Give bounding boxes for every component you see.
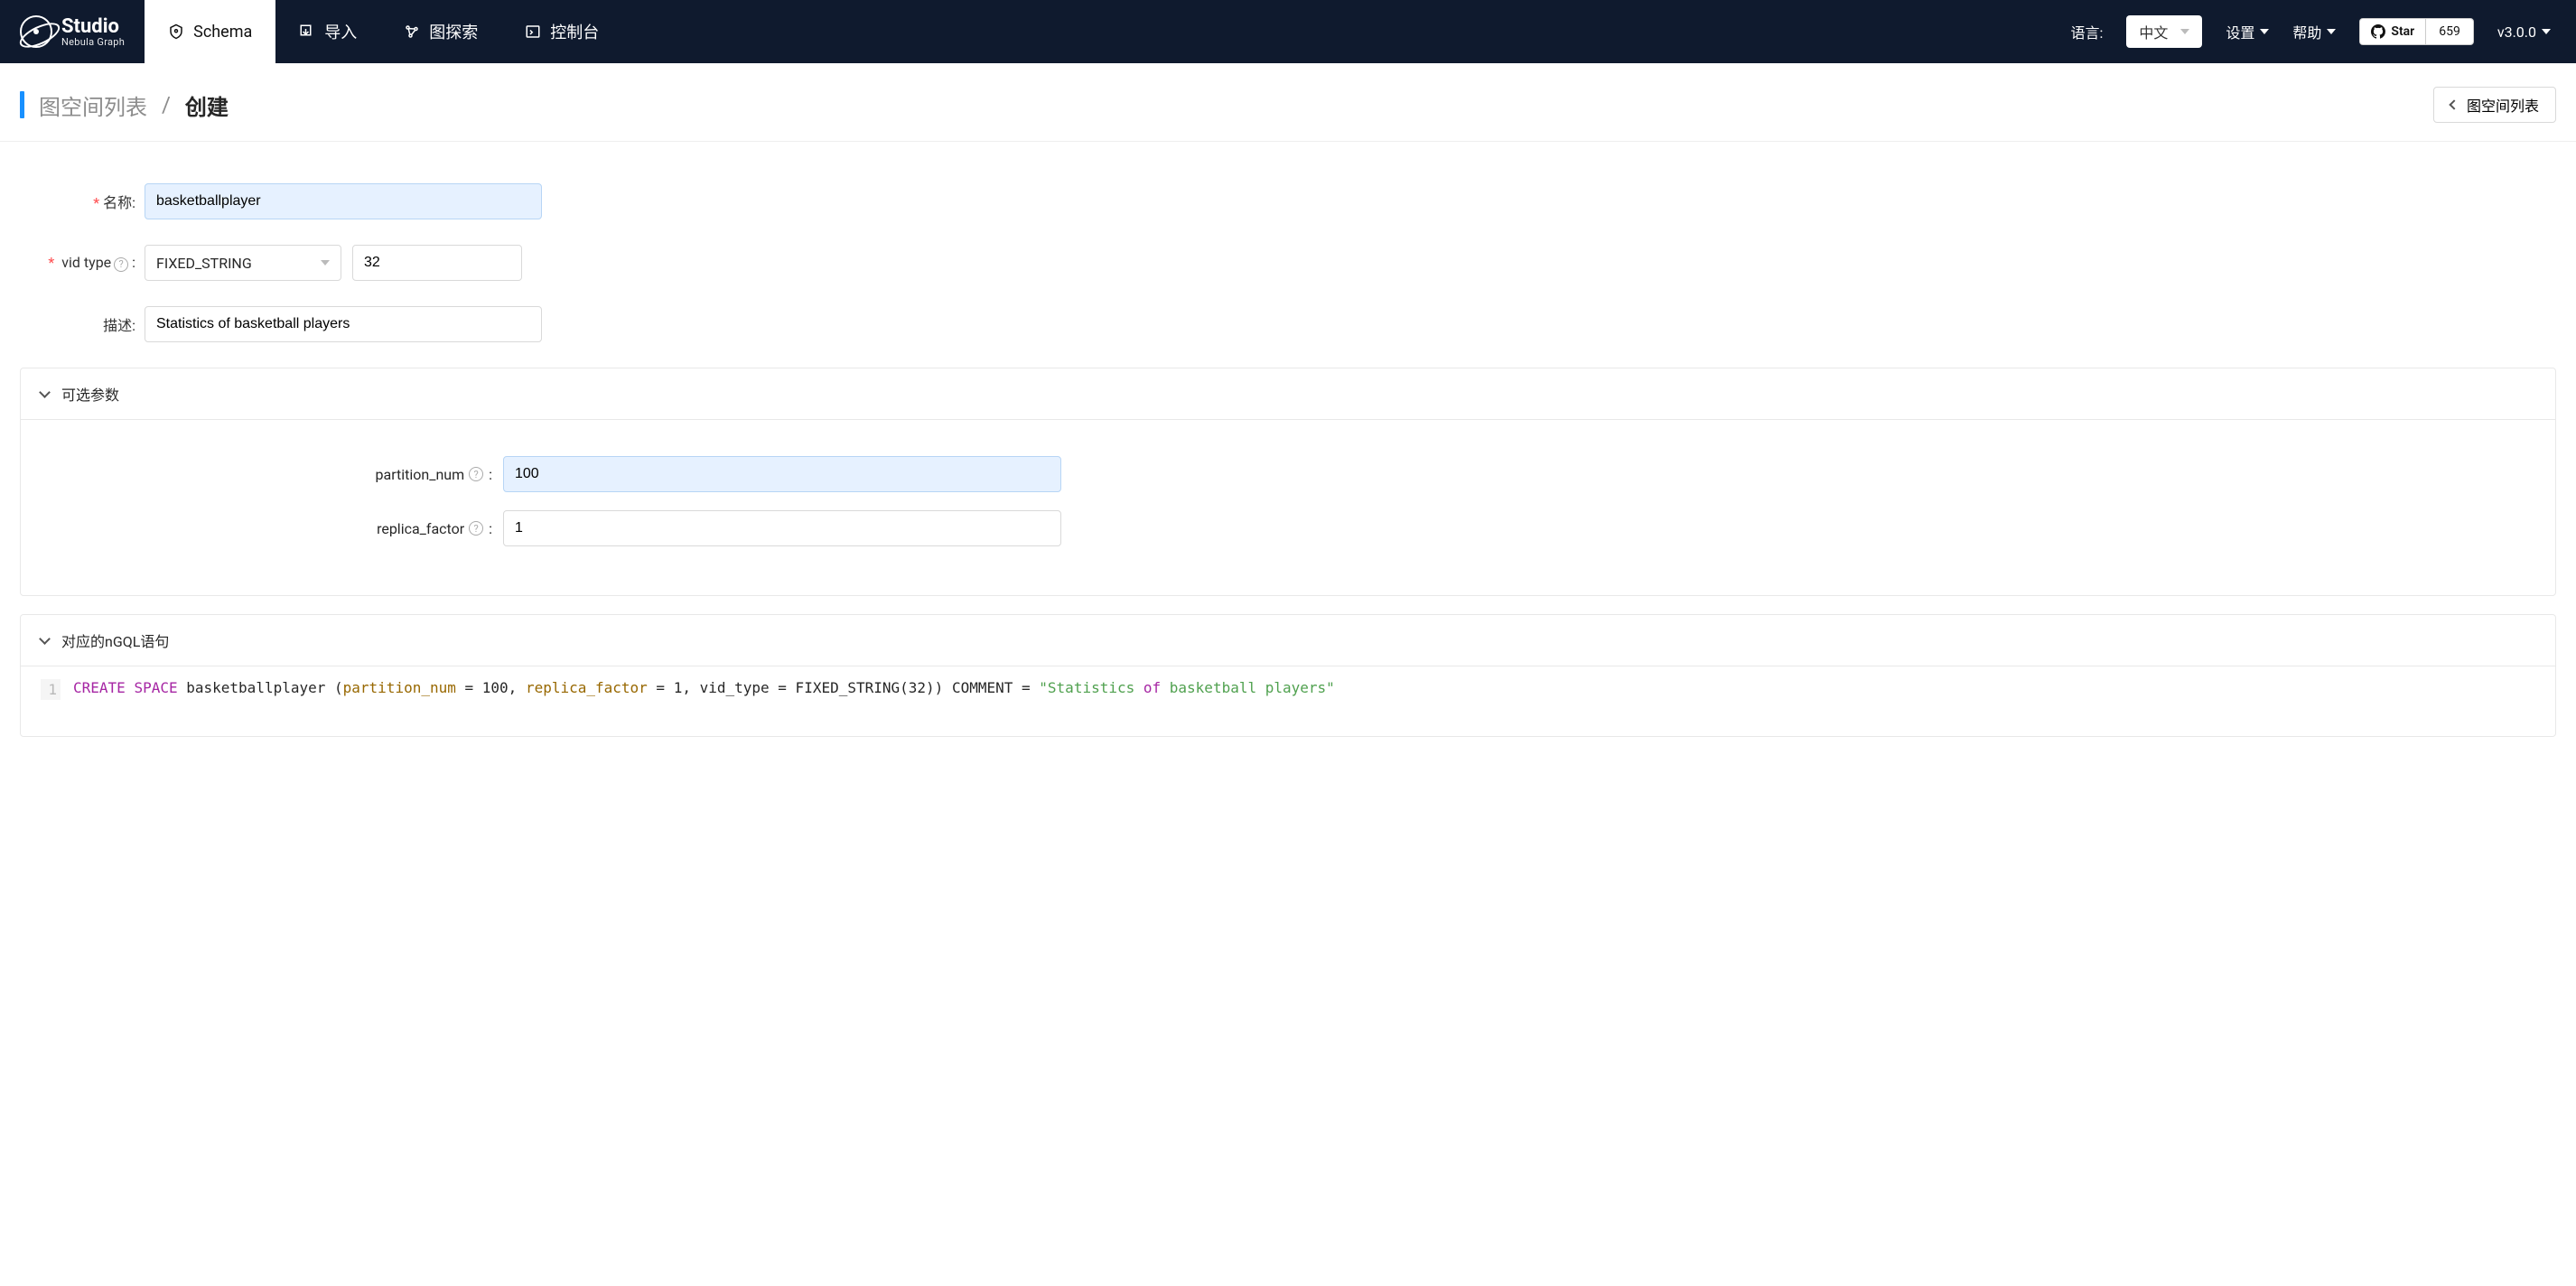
- nav-tabs: Schema 导入 图探索 控制台: [145, 0, 622, 63]
- tok: "Statistics: [1039, 679, 1143, 696]
- breadcrumb-current: 创建: [185, 89, 229, 121]
- replica-factor-label: replica_factor? :: [42, 520, 503, 537]
- chevron-left-icon: [2449, 99, 2459, 109]
- tab-label: 导入: [324, 20, 357, 43]
- create-space-form: 名称: vid type? : FIXED_STRING 描述: 可选参数 pa…: [0, 142, 2576, 773]
- replica-factor-input[interactable]: [503, 510, 1061, 546]
- import-icon: [299, 23, 315, 40]
- help-icon[interactable]: ?: [114, 257, 128, 272]
- ngql-header[interactable]: 对应的nGQL语句: [21, 615, 2555, 666]
- github-icon: [2371, 24, 2385, 39]
- brand-subtitle: Nebula Graph: [61, 37, 125, 48]
- breadcrumb-sep: /: [162, 92, 171, 117]
- partition-num-input[interactable]: [503, 456, 1061, 492]
- language-value: 中文: [2139, 21, 2168, 42]
- console-icon: [525, 23, 541, 40]
- chevron-down-icon: [321, 260, 330, 266]
- optional-params-panel: 可选参数 partition_num? : replica_factor? :: [20, 368, 2556, 596]
- panel-title: 可选参数: [61, 383, 119, 405]
- tok: CREATE: [73, 679, 126, 696]
- partition-label-text: partition_num: [376, 466, 465, 483]
- optional-params-body: partition_num? : replica_factor? :: [21, 420, 2555, 595]
- tab-import[interactable]: 导入: [275, 0, 380, 63]
- tab-label: Schema: [193, 23, 252, 42]
- row-vidtype: vid type? : FIXED_STRING: [20, 245, 2556, 281]
- github-star-button[interactable]: Star 659: [2359, 18, 2473, 45]
- chevron-down-icon: [2180, 29, 2189, 34]
- brand-text: Studio Nebula Graph: [61, 16, 125, 48]
- vidtype-length-input[interactable]: [352, 245, 522, 281]
- vidtype-select[interactable]: FIXED_STRING: [145, 245, 341, 281]
- breadcrumb-parent[interactable]: 图空间列表: [39, 89, 147, 121]
- tab-schema[interactable]: Schema: [145, 0, 275, 63]
- language-label: 语言:: [2070, 21, 2103, 42]
- breadcrumb: 图空间列表 / 创建: [20, 89, 229, 121]
- desc-input[interactable]: [145, 306, 542, 342]
- schema-icon: [168, 23, 184, 40]
- accent-bar: [20, 91, 24, 118]
- partition-num-label: partition_num? :: [42, 466, 503, 483]
- replica-label-text: replica_factor: [377, 520, 464, 537]
- name-input[interactable]: [145, 183, 542, 219]
- breadcrumb-bar: 图空间列表 / 创建 图空间列表: [0, 63, 2576, 142]
- tab-label: 控制台: [550, 20, 599, 43]
- chevron-down-icon: [39, 633, 51, 645]
- vidtype-value: FIXED_STRING: [156, 255, 252, 272]
- settings-label: 设置: [2226, 21, 2254, 42]
- brand-logo-icon: [20, 15, 52, 48]
- tok: basketball players": [1161, 679, 1335, 696]
- brand[interactable]: Studio Nebula Graph: [0, 0, 145, 63]
- brand-title: Studio: [61, 16, 125, 37]
- nav-right: 语言: 中文 设置 帮助 Star 659 v3.0.0: [2045, 0, 2576, 63]
- tok: partition_num: [343, 679, 456, 696]
- language-select[interactable]: 中文: [2126, 15, 2202, 48]
- desc-label: 描述:: [20, 313, 145, 335]
- ngql-code: 1 CREATE SPACE basketballplayer (partiti…: [21, 666, 2555, 736]
- chevron-down-icon: [39, 387, 51, 398]
- github-star-label: Star: [2391, 24, 2414, 39]
- version-select[interactable]: v3.0.0: [2497, 23, 2551, 41]
- vidtype-label-text: vid type: [61, 254, 111, 271]
- tab-explore[interactable]: 图探索: [380, 0, 501, 63]
- version-label: v3.0.0: [2497, 23, 2536, 41]
- github-star-count: 659: [2425, 19, 2473, 44]
- tok: (: [325, 679, 342, 696]
- back-to-list-button[interactable]: 图空间列表: [2433, 87, 2556, 123]
- row-name: 名称:: [20, 183, 2556, 219]
- row-desc: 描述:: [20, 306, 2556, 342]
- name-label: 名称:: [20, 191, 145, 212]
- chevron-down-icon: [2327, 29, 2336, 34]
- tok: = 1, vid_type = FIXED_STRING(32)) COMMEN…: [648, 679, 1039, 696]
- tab-console[interactable]: 控制台: [501, 0, 622, 63]
- tok: SPACE: [134, 679, 177, 696]
- top-nav: Studio Nebula Graph Schema 导入 图探索 控制台 语言…: [0, 0, 2576, 63]
- tab-label: 图探索: [429, 20, 478, 43]
- row-partition-num: partition_num? :: [42, 456, 2534, 492]
- chevron-down-icon: [2542, 29, 2551, 34]
- settings-menu[interactable]: 设置: [2226, 21, 2269, 42]
- back-button-label: 图空间列表: [2467, 94, 2539, 116]
- optional-params-header[interactable]: 可选参数: [21, 368, 2555, 420]
- tok: of: [1143, 679, 1161, 696]
- tok: = 100,: [456, 679, 526, 696]
- help-label: 帮助: [2292, 21, 2321, 42]
- row-replica-factor: replica_factor? :: [42, 510, 2534, 546]
- panel-title: 对应的nGQL语句: [61, 629, 169, 651]
- vidtype-label: vid type? :: [20, 254, 145, 272]
- code-line: 1 CREATE SPACE basketballplayer (partiti…: [41, 679, 2535, 700]
- chevron-down-icon: [2260, 29, 2269, 34]
- help-icon[interactable]: ?: [469, 467, 483, 481]
- line-number: 1: [41, 679, 61, 700]
- help-menu[interactable]: 帮助: [2292, 21, 2336, 42]
- help-icon[interactable]: ?: [469, 521, 483, 536]
- ngql-panel: 对应的nGQL语句 1 CREATE SPACE basketballplaye…: [20, 614, 2556, 737]
- graph-icon: [404, 23, 420, 40]
- code-text[interactable]: CREATE SPACE basketballplayer (partition…: [73, 679, 1335, 696]
- tok: basketballplayer: [186, 679, 325, 696]
- tok: replica_factor: [526, 679, 648, 696]
